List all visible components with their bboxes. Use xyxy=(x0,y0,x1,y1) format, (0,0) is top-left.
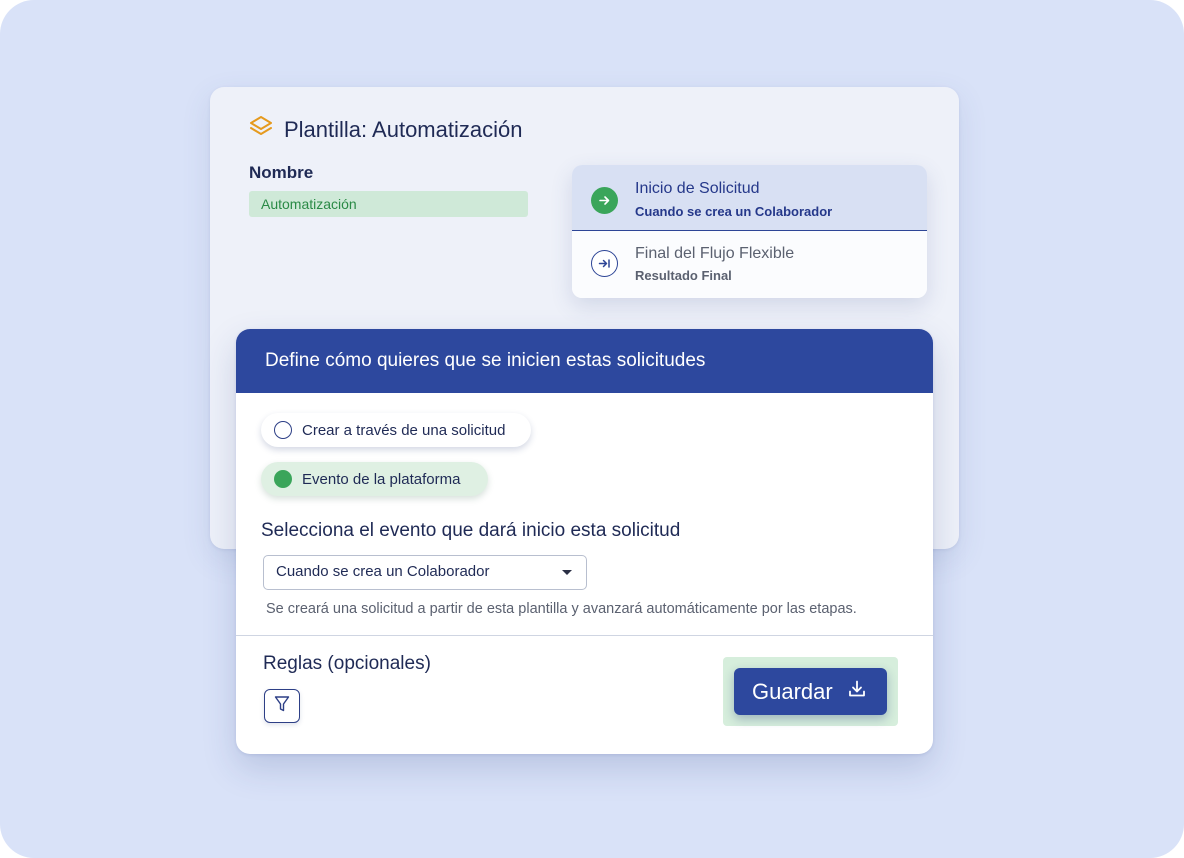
helper-text: Se creará una solicitud a partir de esta… xyxy=(266,601,857,617)
radio-unchecked-icon xyxy=(274,421,292,439)
download-icon xyxy=(847,679,867,705)
arrow-right-circle-icon xyxy=(591,187,618,214)
flow-item-end[interactable]: Final del Flujo Flexible Resultado Final xyxy=(572,232,927,298)
save-button[interactable]: Guardar xyxy=(734,668,887,715)
flow-item-title: Inicio de Solicitud xyxy=(635,180,760,197)
canvas-background: Plantilla: Automatización Nombre Automat… xyxy=(0,0,1184,858)
template-header: Plantilla: Automatización xyxy=(248,114,522,145)
divider xyxy=(236,635,933,636)
event-select[interactable]: Cuando se crea un Colaborador xyxy=(263,555,587,590)
radio-option-request[interactable]: Crear a través de una solicitud xyxy=(261,413,531,447)
event-select-label: Selecciona el evento que dará inicio est… xyxy=(261,520,681,541)
name-field[interactable]: Automatización xyxy=(249,191,528,217)
flow-item-title: Final del Flujo Flexible xyxy=(635,245,795,262)
flow-panel: Inicio de Solicitud Cuando se crea un Co… xyxy=(572,165,927,298)
save-button-highlight: Guardar xyxy=(723,657,898,726)
filter-icon xyxy=(274,695,290,718)
radio-option-platform-event[interactable]: Evento de la plataforma xyxy=(261,462,488,496)
arrow-to-end-icon xyxy=(591,250,618,277)
flow-item-subtitle: Cuando se crea un Colaborador xyxy=(635,204,833,219)
flow-item-subtitle: Resultado Final xyxy=(635,268,732,283)
layers-icon xyxy=(248,114,274,145)
template-title: Plantilla: Automatización xyxy=(284,116,523,142)
start-definition-card: Define cómo quieres que se inicien estas… xyxy=(236,329,933,754)
name-label: Nombre xyxy=(249,163,314,182)
radio-option-label: Crear a través de una solicitud xyxy=(302,421,506,439)
event-select-value: Cuando se crea un Colaborador xyxy=(276,563,490,580)
filter-button[interactable] xyxy=(264,689,300,723)
radio-option-label: Evento de la plataforma xyxy=(302,470,461,488)
radio-checked-icon xyxy=(274,470,292,488)
rules-label: Reglas (opcionales) xyxy=(263,653,431,674)
start-card-header: Define cómo quieres que se inicien estas… xyxy=(236,329,933,393)
chevron-down-icon xyxy=(562,570,572,575)
flow-item-start[interactable]: Inicio de Solicitud Cuando se crea un Co… xyxy=(572,165,927,231)
save-button-label: Guardar xyxy=(752,678,833,704)
start-card-title: Define cómo quieres que se inicien estas… xyxy=(265,350,706,371)
